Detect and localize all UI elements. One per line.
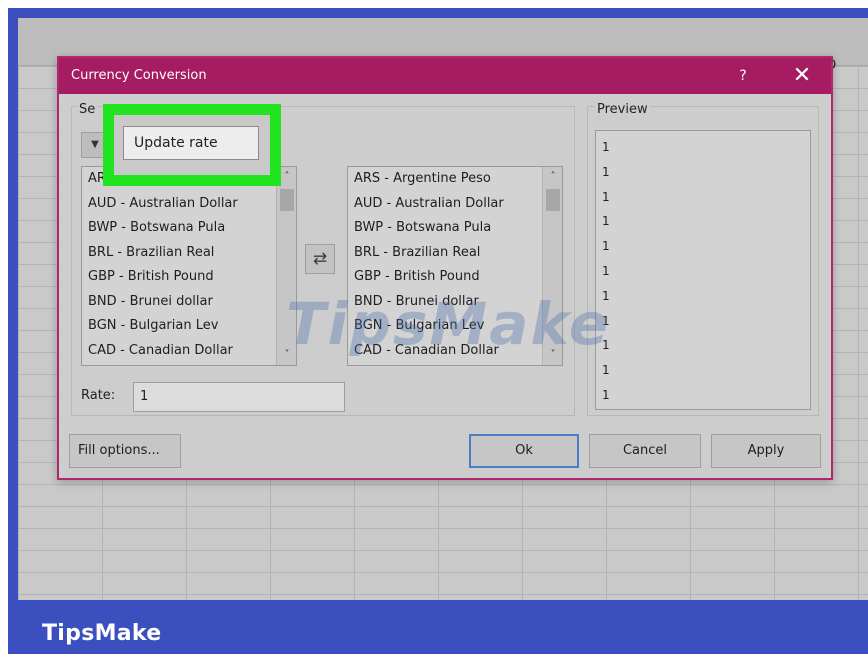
question-mark-icon: ? [739,68,747,84]
cancel-button[interactable]: Cancel [589,434,701,468]
brand-logo-text: TipsMake [42,621,162,646]
scroll-thumb[interactable] [280,189,294,211]
list-item[interactable]: BND - Brunei dollar [348,290,562,315]
close-button[interactable]: ✕ [787,62,817,90]
target-list-scrollbar[interactable]: ˄ ˅ [542,167,562,365]
list-item[interactable]: AUD - Australian Dollar [82,192,296,217]
preview-value: 1 [602,189,610,204]
list-item[interactable]: BRL - Brazilian Real [348,241,562,266]
ok-button[interactable]: Ok [469,434,579,468]
preview-value: 1 [602,313,610,328]
preview-value: 1 [602,140,610,154]
currency-conversion-dialog: Currency Conversion ? ✕ Se Preview ▼ ARS… [57,56,833,480]
scroll-down-icon[interactable]: ˅ [277,347,296,363]
scroll-down-icon[interactable]: ˅ [543,347,562,363]
source-currency-list[interactable]: ARS - Argentine Peso AUD - Australian Do… [81,166,297,366]
list-item[interactable]: CAD - Canadian Dollar [82,339,296,364]
list-item[interactable]: BGN - Bulgarian Lev [348,314,562,339]
source-group-label: Se [77,102,98,117]
target-currency-list[interactable]: ARS - Argentine Peso AUD - Australian Do… [347,166,563,366]
scroll-up-icon[interactable]: ˄ [543,169,562,185]
preview-value: 1 [602,288,610,303]
close-icon: ✕ [792,63,812,88]
rate-label: Rate: [81,388,116,403]
source-list-scrollbar[interactable]: ˄ ˅ [276,167,296,365]
preview-value: 1 [602,164,610,179]
help-button[interactable]: ? [731,64,755,88]
swap-currencies-button[interactable]: ⇄ [305,244,335,274]
preview-value: 1 [602,263,610,278]
preview-group-label: Preview [595,102,650,117]
rate-input[interactable]: 1 [133,382,345,412]
swap-arrows-icon: ⇄ [312,249,328,269]
apply-button[interactable]: Apply [711,434,821,468]
list-item[interactable]: GBP - British Pound [348,265,562,290]
fill-options-button[interactable]: Fill options... [69,434,181,468]
list-item[interactable]: BWP - Botswana Pula [348,216,562,241]
preview-box: 1 1 1 1 1 1 1 1 1 1 1 [595,130,811,410]
dialog-title: Currency Conversion [71,68,207,83]
list-item[interactable]: GBP - British Pound [82,265,296,290]
list-item[interactable]: CAD - Canadian Dollar [348,339,562,364]
scroll-thumb[interactable] [546,189,560,211]
list-item[interactable]: BGN - Bulgarian Lev [82,314,296,339]
preview-value: 1 [602,387,610,402]
preview-value: 1 [602,338,610,353]
list-item[interactable]: AUD - Australian Dollar [348,192,562,217]
list-item[interactable]: BRL - Brazilian Real [82,241,296,266]
preview-value: 1 [602,239,610,254]
preview-value: 1 [602,363,610,378]
dialog-titlebar: Currency Conversion ? ✕ [59,58,831,94]
list-item[interactable]: BND - Brunei dollar [82,290,296,315]
preview-value: 1 [602,214,610,229]
update-rate-button[interactable]: Update rate [123,126,259,160]
list-item[interactable]: BWP - Botswana Pula [82,216,296,241]
list-item[interactable]: ARS - Argentine Peso [348,167,562,192]
chevron-down-icon: ▼ [91,139,99,150]
